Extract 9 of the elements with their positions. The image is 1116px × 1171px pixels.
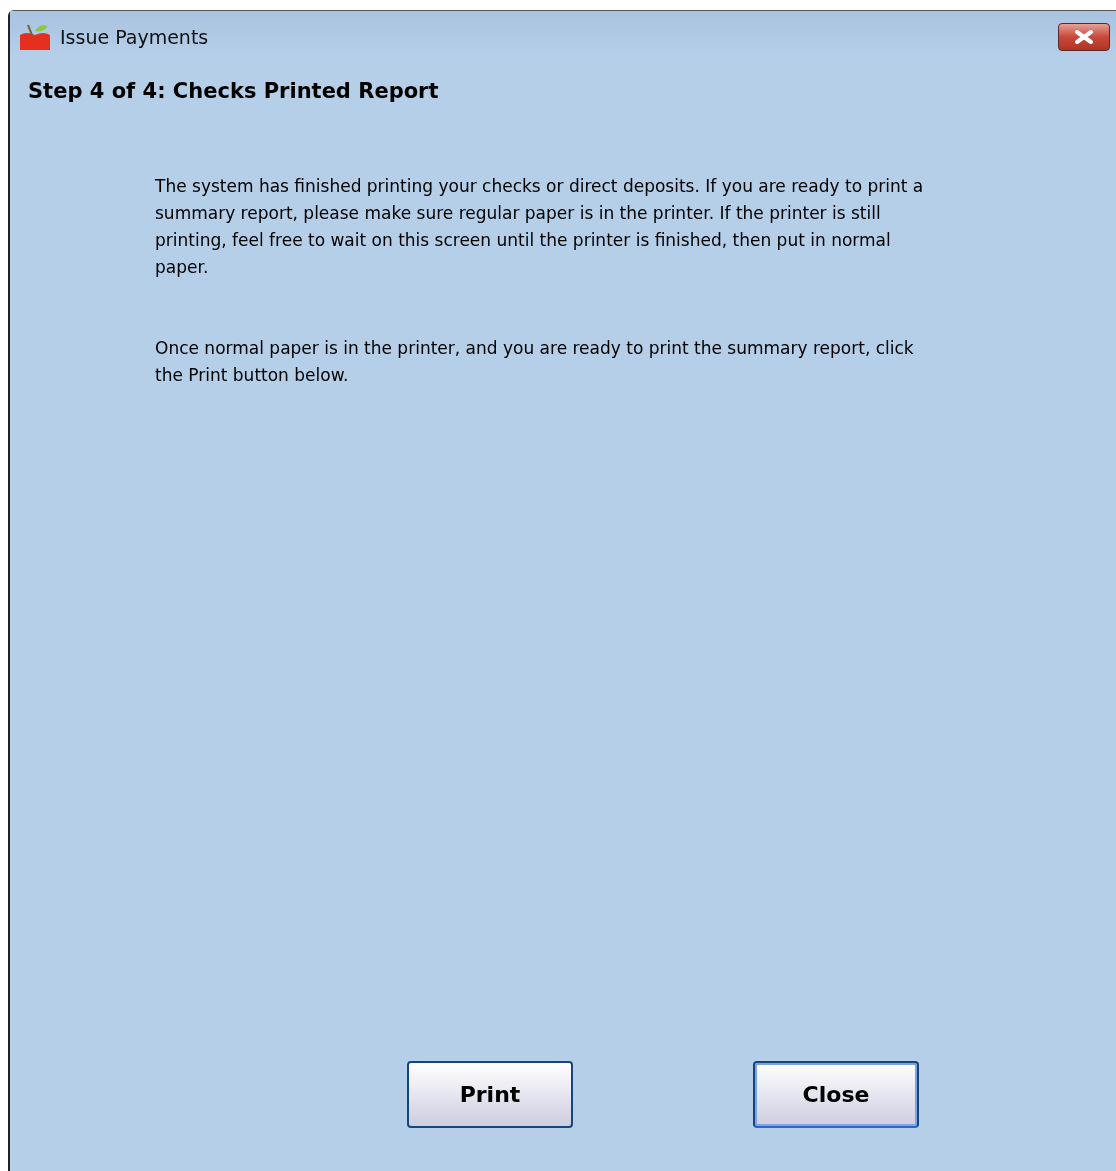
close-dialog-button[interactable]: Close: [753, 1061, 919, 1128]
close-button[interactable]: [1058, 23, 1110, 51]
window-title: Issue Payments: [60, 26, 210, 48]
step-heading: Step 4 of 4: Checks Printed Report: [28, 79, 440, 103]
apple-icon: [18, 23, 52, 51]
instruction-text: Once normal paper is in the printer, and you are ready to print the summary report, click the Print button below.: [155, 337, 915, 387]
print-button[interactable]: Print: [407, 1061, 573, 1128]
close-icon: [1073, 29, 1095, 45]
instruction-text: The system has finished printing your checks or direct deposits. If you are ready to print a summary report, please make sure regular paper is in the printer. If the printer is still printing, feel free to wait on this screen until the printer is finished, then put in normal paper.: [155, 175, 925, 279]
